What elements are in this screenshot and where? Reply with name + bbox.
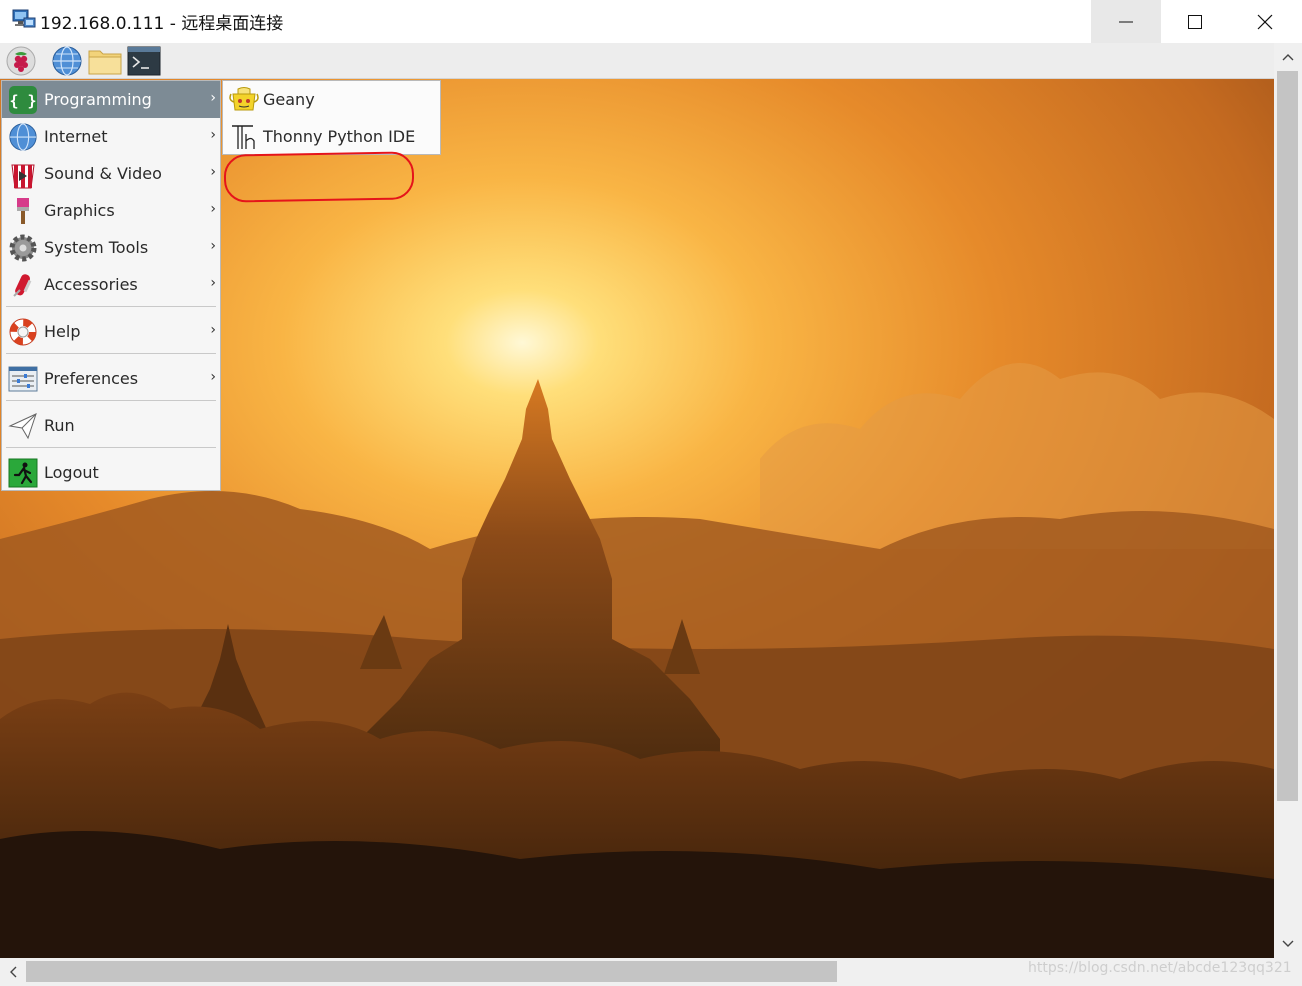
menu-item-accessories[interactable]: Accessories ›: [2, 266, 220, 303]
menu-separator: [6, 353, 216, 354]
scroll-left-button[interactable]: [2, 958, 24, 986]
menu-item-label: Internet: [44, 127, 108, 146]
menu-item-label: Accessories: [44, 275, 138, 294]
paper-plane-icon: [7, 411, 39, 441]
exit-icon: [7, 458, 39, 488]
sliders-icon: [7, 364, 39, 394]
swiss-knife-icon: [7, 270, 39, 300]
watermark-text: https://blog.csdn.net/abcde123qq321: [1028, 960, 1292, 976]
minimize-icon: [1119, 21, 1133, 22]
menu-item-sound-video[interactable]: Sound & Video ›: [2, 155, 220, 192]
menu-separator: [6, 306, 216, 307]
chevron-right-icon: ›: [210, 275, 216, 291]
chevron-right-icon: ›: [210, 90, 216, 106]
web-browser-launcher[interactable]: [50, 45, 84, 77]
scroll-down-button[interactable]: [1274, 932, 1302, 956]
menu-item-help[interactable]: Help ›: [2, 313, 220, 350]
minimize-button[interactable]: [1091, 0, 1161, 43]
lifebuoy-icon: [7, 317, 39, 347]
menu-separator: [6, 447, 216, 448]
window-titlebar: 192.168.0.111 - 远程桌面连接: [0, 0, 1302, 43]
gear-icon: [7, 233, 39, 263]
menu-item-label: Sound & Video: [44, 164, 162, 183]
applications-menu: { } Programming › Internet › Sound & Vid…: [1, 80, 221, 491]
menu-separator: [6, 400, 216, 401]
horizontal-scroll-thumb[interactable]: [26, 961, 837, 982]
globe-icon: [7, 122, 39, 152]
menu-item-logout[interactable]: Logout: [2, 454, 220, 491]
menu-item-run[interactable]: Run: [2, 407, 220, 444]
menu-item-label: Help: [44, 322, 81, 341]
scroll-up-button[interactable]: [1274, 45, 1302, 69]
menu-item-label: Logout: [44, 463, 99, 482]
menu-item-preferences[interactable]: Preferences ›: [2, 360, 220, 397]
menu-item-label: Run: [44, 416, 75, 435]
chevron-up-icon: [1282, 54, 1294, 61]
menu-item-graphics[interactable]: Graphics ›: [2, 192, 220, 229]
paintbrush-icon: [7, 196, 39, 226]
submenu-item-geany[interactable]: Geany: [223, 81, 440, 118]
popcorn-icon: [7, 159, 39, 189]
file-manager-launcher[interactable]: [88, 45, 122, 77]
thonny-icon: [228, 122, 260, 152]
web-browser-icon: [52, 46, 82, 76]
programming-icon: { }: [7, 85, 39, 115]
menu-item-label: Thonny Python IDE: [263, 127, 416, 146]
remote-desktop: { } Programming › Internet › Sound & Vid…: [0, 43, 1274, 958]
maximize-button[interactable]: [1160, 0, 1230, 43]
menu-item-label: Graphics: [44, 201, 115, 220]
menu-item-label: Programming: [44, 90, 152, 109]
menu-item-programming[interactable]: { } Programming ›: [2, 81, 220, 118]
vertical-scrollbar[interactable]: [1274, 43, 1302, 958]
raspberry-menu-icon: [6, 46, 36, 76]
terminal-launcher[interactable]: [127, 45, 161, 77]
chevron-right-icon: ›: [210, 127, 216, 143]
chevron-right-icon: ›: [210, 164, 216, 180]
close-icon: [1257, 14, 1273, 29]
maximize-icon: [1188, 14, 1202, 29]
chevron-right-icon: ›: [210, 238, 216, 254]
menu-item-label: Preferences: [44, 369, 139, 388]
menu-item-internet[interactable]: Internet ›: [2, 118, 220, 155]
window-title: 192.168.0.111 - 远程桌面连接: [40, 14, 284, 34]
submenu-item-thonny[interactable]: Thonny Python IDE: [223, 118, 440, 155]
terminal-icon: [127, 46, 161, 76]
close-button[interactable]: [1230, 0, 1300, 43]
chevron-right-icon: ›: [210, 322, 216, 338]
file-manager-icon: [88, 50, 122, 75]
programming-submenu: Geany Thonny Python IDE: [222, 80, 441, 155]
chevron-left-icon: [10, 966, 17, 978]
chevron-right-icon: ›: [210, 369, 216, 385]
taskbar-panel: [0, 43, 1274, 79]
main-menu-button[interactable]: [4, 45, 38, 77]
menu-item-label: Geany: [263, 90, 315, 109]
vertical-scroll-thumb[interactable]: [1277, 71, 1298, 801]
chevron-down-icon: [1282, 940, 1294, 947]
remote-desktop-icon: [12, 9, 36, 28]
menu-item-system-tools[interactable]: System Tools ›: [2, 229, 220, 266]
chevron-right-icon: ›: [210, 201, 216, 217]
svg-text:{ }: { }: [9, 92, 36, 110]
menu-item-label: System Tools: [44, 238, 149, 257]
annotation-circle: [223, 151, 415, 203]
geany-icon: [228, 85, 260, 115]
